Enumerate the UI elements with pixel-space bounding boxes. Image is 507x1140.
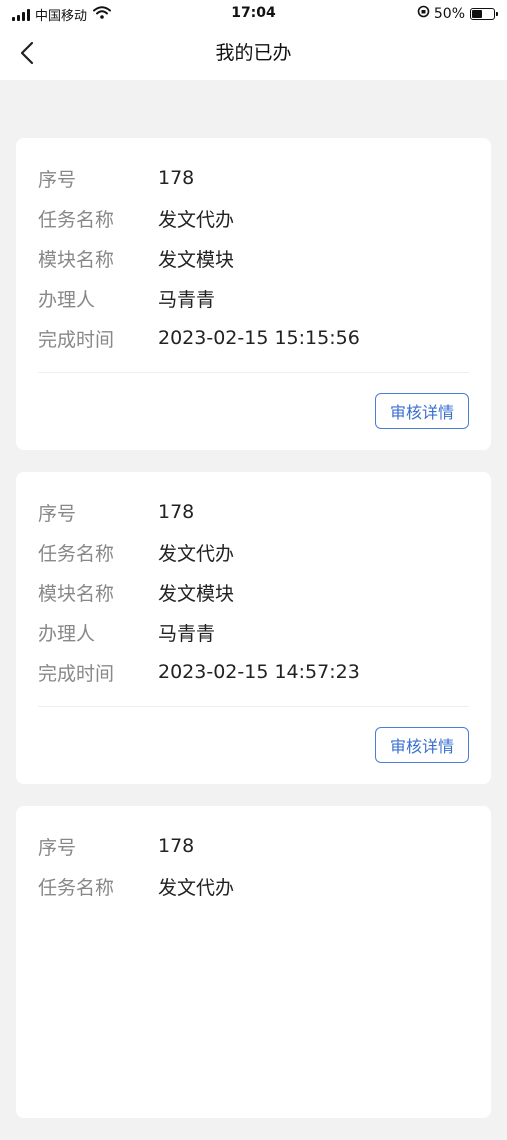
review-detail-button[interactable]: 审核详情 bbox=[374, 393, 469, 429]
label-seq: 序号 bbox=[38, 502, 77, 525]
value-handler: 马青青 bbox=[158, 288, 216, 311]
label-seq: 序号 bbox=[38, 168, 77, 191]
page-title: 我的已办 bbox=[215, 42, 292, 64]
nav-bar: 我的已办 bbox=[0, 28, 507, 80]
field-task-name: 任务名称 发文代办 bbox=[38, 866, 469, 906]
value-seq: 178 bbox=[158, 167, 195, 189]
field-task-name: 任务名称 发文代办 bbox=[38, 198, 469, 238]
value-task-name: 发文代办 bbox=[158, 542, 235, 565]
done-task-list: 序号 178 任务名称 发文代办 模块名称 发文模块 办理人 马青青 完成时间 … bbox=[0, 138, 507, 1140]
label-handler: 办理人 bbox=[38, 288, 96, 311]
label-module-name: 模块名称 bbox=[38, 582, 115, 605]
value-completed-time: 2023-02-15 15:15:56 bbox=[158, 327, 360, 349]
battery-percent: 50% bbox=[433, 5, 465, 22]
review-detail-button[interactable]: 审核详情 bbox=[374, 727, 469, 763]
card-actions: 审核详情 bbox=[38, 393, 469, 429]
value-task-name: 发文代办 bbox=[158, 208, 235, 231]
value-seq: 178 bbox=[158, 835, 195, 857]
label-handler: 办理人 bbox=[38, 622, 96, 645]
label-module-name: 模块名称 bbox=[38, 248, 115, 271]
battery-icon bbox=[470, 7, 498, 20]
label-task-name: 任务名称 bbox=[38, 208, 115, 231]
value-handler: 马青青 bbox=[158, 622, 216, 645]
value-seq: 178 bbox=[158, 501, 195, 523]
value-module-name: 发文模块 bbox=[158, 248, 235, 271]
status-right: 50% bbox=[417, 5, 498, 22]
label-seq: 序号 bbox=[38, 836, 77, 859]
field-completed-time: 完成时间 2023-02-15 14:57:23 bbox=[38, 652, 469, 692]
value-module-name: 发文模块 bbox=[158, 582, 235, 605]
task-card: 序号 178 任务名称 发文代办 bbox=[16, 806, 491, 1118]
field-seq: 序号 178 bbox=[38, 492, 469, 532]
label-completed-time: 完成时间 bbox=[38, 328, 115, 351]
value-completed-time: 2023-02-15 14:57:23 bbox=[158, 661, 360, 683]
field-seq: 序号 178 bbox=[38, 826, 469, 866]
orientation-lock-icon bbox=[417, 5, 430, 22]
field-module-name: 模块名称 发文模块 bbox=[38, 572, 469, 612]
divider bbox=[38, 706, 469, 707]
status-bar: 中国移动 17:04 50% bbox=[0, 0, 507, 28]
field-handler: 办理人 马青青 bbox=[38, 612, 469, 652]
field-seq: 序号 178 bbox=[38, 158, 469, 198]
card-actions: 审核详情 bbox=[38, 727, 469, 763]
field-completed-time: 完成时间 2023-02-15 15:15:56 bbox=[38, 318, 469, 358]
field-task-name: 任务名称 发文代办 bbox=[38, 532, 469, 572]
battery-fill bbox=[472, 9, 482, 18]
header: 中国移动 17:04 50% 我的已办 bbox=[0, 0, 507, 80]
field-module-name: 模块名称 发文模块 bbox=[38, 238, 469, 278]
value-task-name: 发文代办 bbox=[158, 876, 235, 899]
field-handler: 办理人 马青青 bbox=[38, 278, 469, 318]
label-task-name: 任务名称 bbox=[38, 876, 115, 899]
label-task-name: 任务名称 bbox=[38, 542, 115, 565]
label-completed-time: 完成时间 bbox=[38, 662, 115, 685]
task-card: 序号 178 任务名称 发文代办 模块名称 发文模块 办理人 马青青 完成时间 … bbox=[16, 472, 491, 784]
divider bbox=[38, 372, 469, 373]
task-card: 序号 178 任务名称 发文代办 模块名称 发文模块 办理人 马青青 完成时间 … bbox=[16, 138, 491, 450]
